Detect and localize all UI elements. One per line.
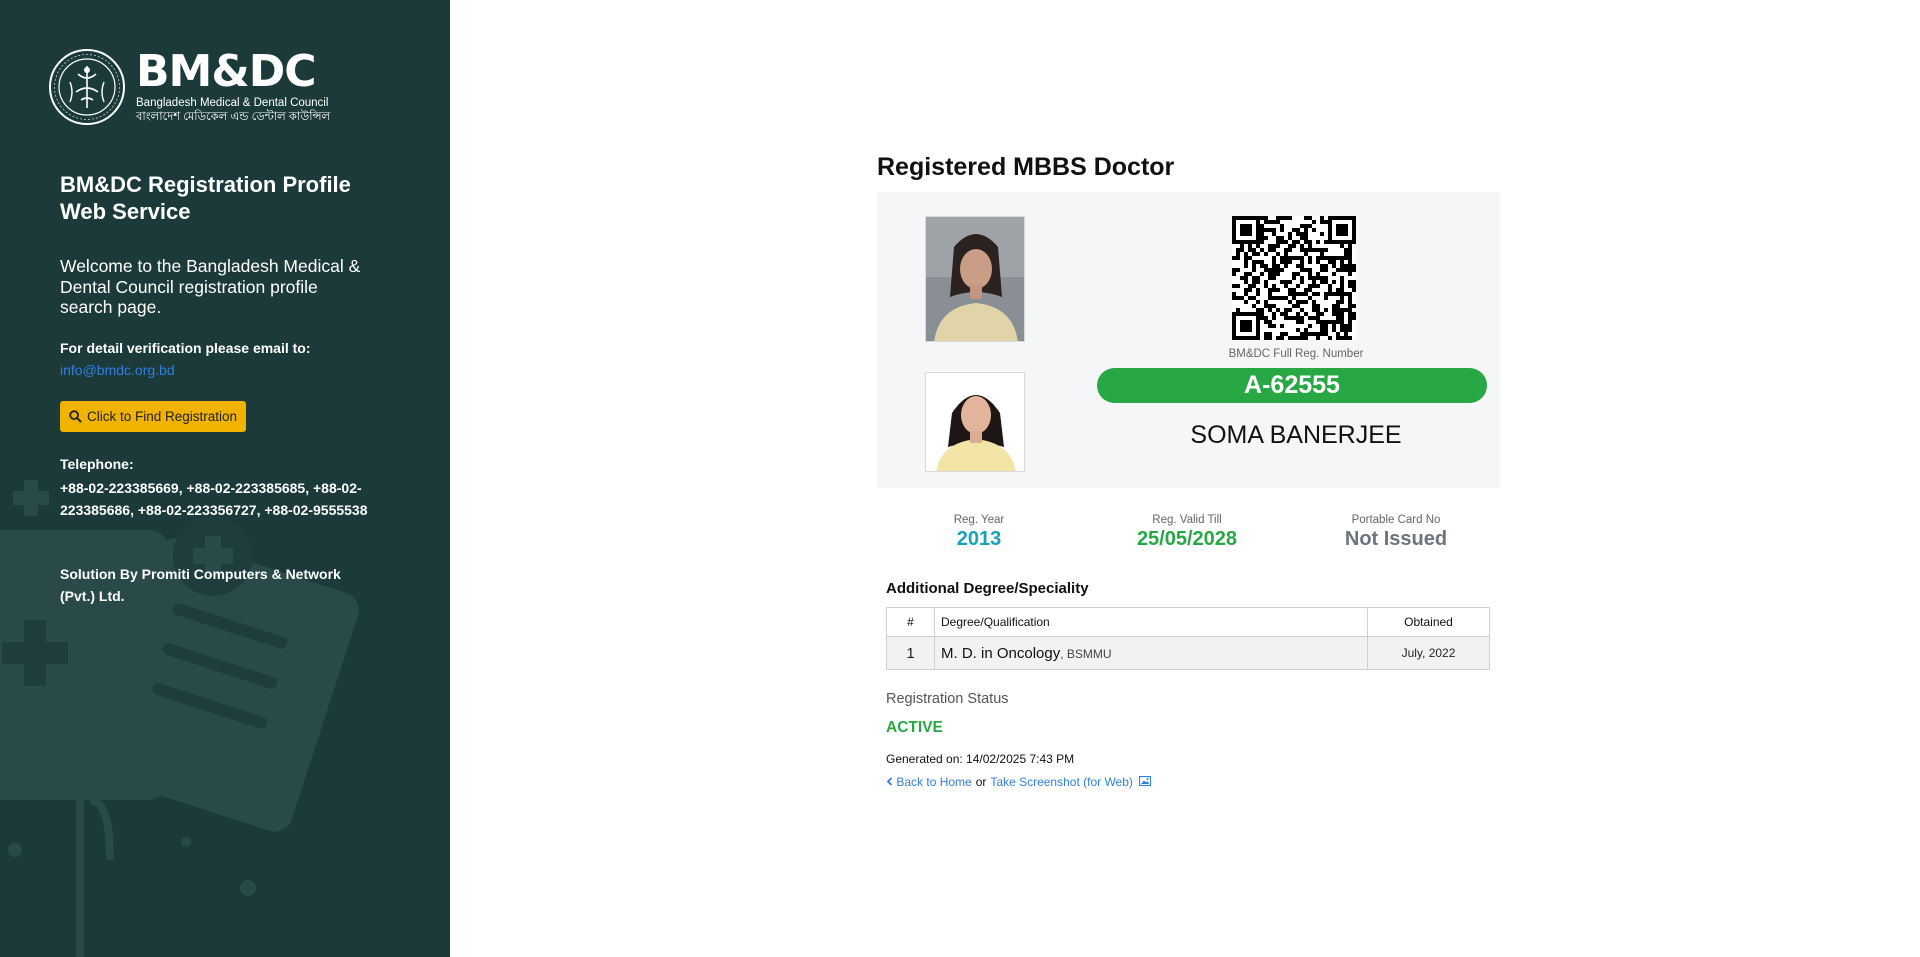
solution-credit: Solution By Promiti Computers & Network … bbox=[60, 566, 341, 604]
reg-number-badge: A-62555 bbox=[1097, 368, 1487, 403]
find-registration-button[interactable]: Click to Find Registration bbox=[60, 401, 247, 432]
sidebar-title: BM&DC Registration Profile Web Service bbox=[60, 172, 351, 224]
telephone-numbers: +88-02-223385669, +88-02-223385685, +88-… bbox=[60, 480, 368, 518]
doctor-name: SOMA BANERJEE bbox=[1190, 421, 1402, 449]
verification-label: For detail verification please email to: bbox=[60, 340, 311, 356]
row-number: 1 bbox=[886, 636, 935, 670]
table-row: 1 M. D. in Oncology, BSMMU July, 2022 bbox=[886, 636, 1490, 670]
image-icon bbox=[1139, 775, 1152, 787]
footer-links: Back to Home or Take Screenshot (for Web… bbox=[886, 775, 1152, 789]
row-degree: M. D. in Oncology bbox=[941, 644, 1061, 662]
logo-name-english: Bangladesh Medical & Dental Council bbox=[136, 97, 329, 109]
doctor-profile-card: BM&DC Full Reg. Number A-62555 SOMA BANE… bbox=[877, 192, 1500, 488]
table-header-row: # Degree/Qualification Obtained bbox=[886, 607, 1490, 637]
email-link[interactable]: info@bmdc.org.bd bbox=[60, 362, 175, 378]
or-text: or bbox=[975, 775, 987, 789]
registration-status-label: Registration Status bbox=[886, 691, 1009, 707]
passport-photo bbox=[925, 372, 1025, 472]
logo-abbreviation: BM&DC bbox=[136, 46, 317, 97]
sidebar-welcome-text: Welcome to the Bangladesh Medical & Dent… bbox=[60, 256, 361, 317]
column-header-obtained: Obtained bbox=[1367, 607, 1490, 637]
additional-degree-title: Additional Degree/Speciality bbox=[886, 580, 1089, 597]
bmdc-logo[interactable]: BM&DC Bangladesh Medical & Dental Counci… bbox=[48, 48, 330, 126]
take-screenshot-label: Take Screenshot (for Web) bbox=[990, 775, 1133, 789]
take-screenshot-link[interactable]: Take Screenshot (for Web) bbox=[990, 775, 1152, 789]
row-institute: , BSMMU bbox=[1060, 646, 1112, 661]
reg-valid-label: Reg. Valid Till bbox=[1152, 514, 1222, 526]
reg-year-value: 2013 bbox=[956, 528, 1002, 550]
back-to-home-label: Back to Home bbox=[896, 775, 972, 789]
qr-code-icon bbox=[1232, 216, 1356, 340]
reg-year-stat: Reg. Year 2013 bbox=[869, 514, 1089, 551]
search-icon bbox=[69, 410, 82, 423]
generated-timestamp: Generated on: 14/02/2025 7:43 PM bbox=[886, 752, 1075, 766]
chevron-left-icon bbox=[886, 777, 893, 786]
row-obtained: July, 2022 bbox=[1367, 636, 1490, 670]
column-header-number: # bbox=[886, 607, 935, 637]
telephone-label: Telephone: bbox=[60, 456, 134, 472]
reg-valid-value: 25/05/2028 bbox=[1136, 528, 1238, 550]
registration-status-value: ACTIVE bbox=[886, 719, 943, 736]
bmdc-seal-icon bbox=[49, 49, 125, 125]
reg-year-label: Reg. Year bbox=[953, 514, 1005, 526]
reg-number-label: BM&DC Full Reg. Number bbox=[1228, 348, 1364, 360]
doctor-photo bbox=[925, 216, 1025, 342]
row-degree-cell: M. D. in Oncology, BSMMU bbox=[934, 636, 1368, 670]
column-header-degree: Degree/Qualification bbox=[934, 607, 1368, 637]
portable-card-value: Not Issued bbox=[1344, 528, 1448, 550]
portable-card-label: Portable Card No bbox=[1351, 514, 1441, 526]
sidebar: BM&DC Bangladesh Medical & Dental Counci… bbox=[0, 0, 450, 957]
portable-card-stat: Portable Card No Not Issued bbox=[1286, 514, 1506, 551]
degree-table: # Degree/Qualification Obtained 1 M. D. … bbox=[886, 607, 1490, 670]
logo-name-bangla: বাংলাদেশ মেডিকেল এন্ড ডেন্টাল কাউন্সিল bbox=[136, 111, 331, 123]
find-registration-label: Click to Find Registration bbox=[87, 409, 238, 424]
back-to-home-link[interactable]: Back to Home bbox=[886, 775, 972, 789]
reg-valid-stat: Reg. Valid Till 25/05/2028 bbox=[1077, 514, 1297, 551]
page-title: Registered MBBS Doctor bbox=[877, 153, 1175, 181]
